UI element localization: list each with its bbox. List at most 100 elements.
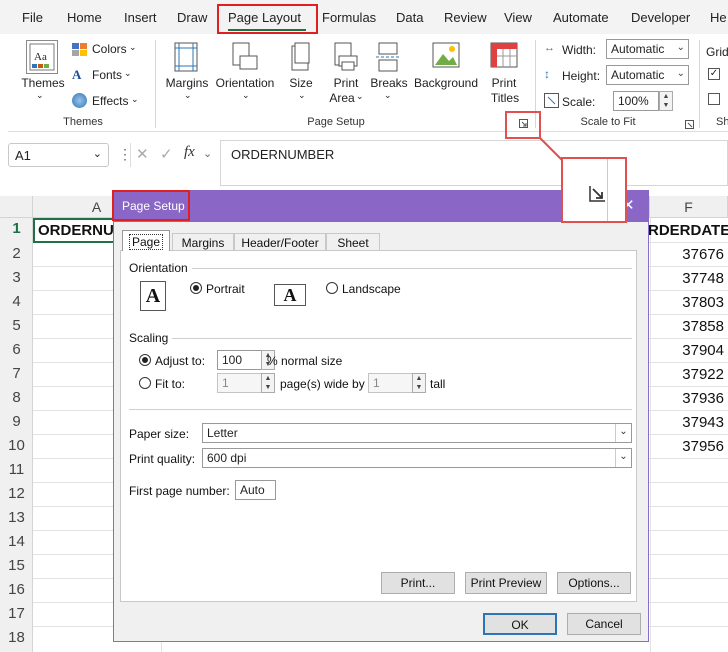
- formula-input[interactable]: ORDERNUMBER: [220, 140, 728, 186]
- fit-tall-spinner[interactable]: ▲ ▼: [412, 373, 426, 393]
- print-button[interactable]: Print...: [381, 572, 455, 594]
- tab-home[interactable]: Home: [67, 10, 102, 25]
- colors-button[interactable]: Colors: [92, 42, 127, 56]
- chevron-down-icon[interactable]: ⌄: [203, 147, 212, 160]
- themes-icon[interactable]: Aa: [26, 40, 58, 74]
- landscape-radio[interactable]: [326, 282, 338, 294]
- width-select[interactable]: Automatic ⌄: [606, 39, 689, 59]
- row-header-12[interactable]: 12: [0, 485, 33, 502]
- tab-data[interactable]: Data: [396, 10, 423, 25]
- row-header-15[interactable]: 15: [0, 557, 33, 574]
- tab-help[interactable]: He: [710, 10, 727, 25]
- breaks-button[interactable]: Breaks: [370, 76, 408, 90]
- row-header-4[interactable]: 4: [0, 293, 33, 310]
- adjust-to-input[interactable]: 100: [217, 350, 263, 370]
- cell-f7[interactable]: 37922: [650, 366, 724, 383]
- select-all-corner[interactable]: [0, 196, 33, 218]
- name-box[interactable]: A1 ⌄: [8, 143, 109, 167]
- cell-f5[interactable]: 37858: [650, 318, 724, 335]
- cell-f6[interactable]: 37904: [650, 342, 724, 359]
- fit-wide-input[interactable]: 1: [217, 373, 263, 393]
- adjust-to-label[interactable]: Adjust to:: [155, 354, 205, 368]
- tab-sheet[interactable]: Sheet: [326, 233, 380, 251]
- options-button[interactable]: Options...: [557, 572, 631, 594]
- row-header-7[interactable]: 7: [0, 365, 33, 382]
- tab-insert[interactable]: Insert: [124, 10, 157, 25]
- row-header-11[interactable]: 11: [0, 461, 33, 478]
- background-icon[interactable]: [432, 42, 460, 70]
- breaks-icon[interactable]: [376, 42, 402, 72]
- cancel-button[interactable]: Cancel: [567, 613, 641, 635]
- column-header-f[interactable]: F: [650, 196, 728, 218]
- row-header-14[interactable]: 14: [0, 533, 33, 550]
- row-header-16[interactable]: 16: [0, 581, 33, 598]
- cell-f1[interactable]: RDERDATE: [648, 222, 728, 239]
- tab-developer[interactable]: Developer: [631, 10, 690, 25]
- scale-input[interactable]: 100%: [613, 91, 659, 111]
- row-header-3[interactable]: 3: [0, 269, 33, 286]
- row-header-1[interactable]: 1: [0, 220, 33, 237]
- print-preview-button[interactable]: Print Preview: [465, 572, 547, 594]
- ok-button[interactable]: OK: [483, 613, 557, 635]
- row-header-9[interactable]: 9: [0, 413, 33, 430]
- themes-button-label[interactable]: Themes: [20, 76, 66, 90]
- cell-f8[interactable]: 37936: [650, 390, 724, 407]
- insert-function-icon[interactable]: fx: [184, 144, 195, 161]
- print-area-label-line1[interactable]: Print: [328, 76, 364, 90]
- adjust-to-radio[interactable]: [139, 354, 151, 366]
- cell-f10[interactable]: 37956: [650, 438, 724, 455]
- effects-button[interactable]: Effects: [92, 94, 128, 108]
- orientation-icon[interactable]: [232, 42, 258, 72]
- row-header-17[interactable]: 17: [0, 605, 33, 622]
- fonts-button[interactable]: Fonts: [92, 68, 122, 82]
- enter-icon[interactable]: ✓: [160, 145, 173, 163]
- cell-f4[interactable]: 37803: [650, 294, 724, 311]
- print-quality-select[interactable]: 600 dpi ⌄: [202, 448, 632, 468]
- margins-button[interactable]: Margins: [164, 76, 210, 90]
- tab-automate[interactable]: Automate: [553, 10, 609, 25]
- row-header-10[interactable]: 10: [0, 437, 33, 454]
- size-icon[interactable]: [291, 42, 311, 72]
- cancel-icon[interactable]: ✕: [136, 145, 149, 163]
- cell-f2[interactable]: 37676: [650, 246, 724, 263]
- tab-draw[interactable]: Draw: [177, 10, 207, 25]
- row-header-5[interactable]: 5: [0, 317, 33, 334]
- portrait-radio[interactable]: [190, 282, 202, 294]
- row-header-8[interactable]: 8: [0, 389, 33, 406]
- first-page-input[interactable]: Auto: [235, 480, 276, 500]
- portrait-label[interactable]: Portrait: [206, 282, 245, 296]
- paper-size-select[interactable]: Letter ⌄: [202, 423, 632, 443]
- print-titles-label-line2[interactable]: Titles: [488, 91, 522, 105]
- row-header-2[interactable]: 2: [0, 245, 33, 262]
- scale-spinner[interactable]: ▲ ▼: [659, 91, 673, 111]
- row-header-6[interactable]: 6: [0, 341, 33, 358]
- row-header-13[interactable]: 13: [0, 509, 33, 526]
- print-titles-icon[interactable]: [490, 42, 518, 70]
- gridlines-print-checkbox[interactable]: [708, 93, 720, 105]
- tab-margins[interactable]: Margins: [172, 233, 234, 251]
- tab-file[interactable]: File: [22, 10, 43, 25]
- print-area-icon[interactable]: [333, 42, 359, 72]
- orientation-button[interactable]: Orientation: [214, 76, 276, 90]
- size-button[interactable]: Size: [286, 76, 316, 90]
- fit-tall-input[interactable]: 1: [368, 373, 414, 393]
- height-select[interactable]: Automatic ⌄: [606, 65, 689, 85]
- background-button[interactable]: Background: [413, 76, 479, 90]
- row-header-18[interactable]: 18: [0, 629, 33, 646]
- tab-header-footer[interactable]: Header/Footer: [234, 233, 326, 251]
- tab-review[interactable]: Review: [444, 10, 487, 25]
- tab-page[interactable]: Page: [122, 230, 170, 251]
- cell-f9[interactable]: 37943: [650, 414, 724, 431]
- tab-formulas[interactable]: Formulas: [322, 10, 376, 25]
- fit-to-label[interactable]: Fit to:: [155, 377, 185, 391]
- scale-launcher-icon[interactable]: [685, 118, 694, 129]
- fit-wide-spinner[interactable]: ▲ ▼: [261, 373, 275, 393]
- print-titles-label-line1[interactable]: Print: [488, 76, 520, 90]
- print-area-label-line2[interactable]: Area: [325, 91, 359, 105]
- fit-to-radio[interactable]: [139, 377, 151, 389]
- cell-f3[interactable]: 37748: [650, 270, 724, 287]
- landscape-label[interactable]: Landscape: [342, 282, 401, 296]
- gridlines-view-checkbox[interactable]: ✓: [708, 68, 720, 80]
- cell-a1[interactable]: ORDERNU: [38, 222, 114, 239]
- tab-view[interactable]: View: [504, 10, 532, 25]
